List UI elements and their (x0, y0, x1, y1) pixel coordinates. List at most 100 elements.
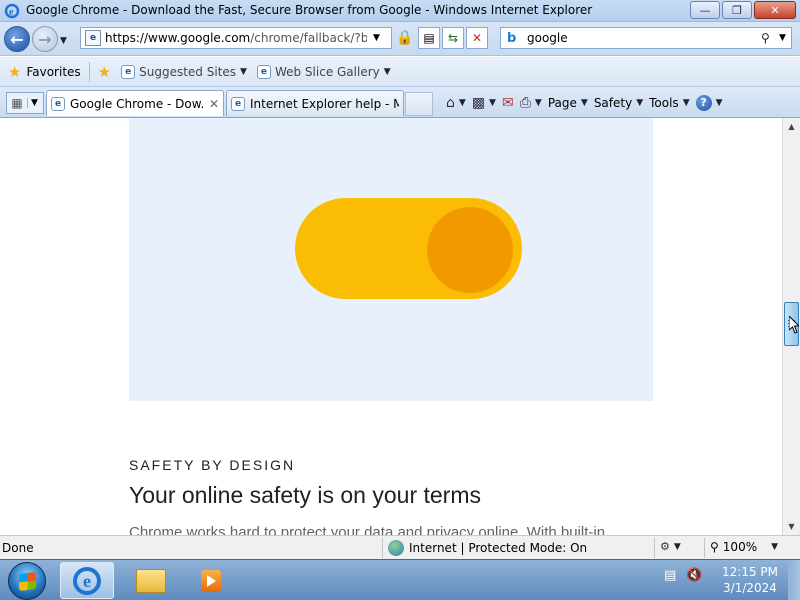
taskbar-windows-explorer[interactable] (124, 562, 178, 599)
media-player-icon (201, 569, 221, 592)
favorites-label: Favorites (26, 64, 81, 79)
new-tab-button[interactable] (405, 92, 433, 116)
address-toolbar: ← → ▼ e https://www.google.com/chrome/fa… (0, 22, 800, 56)
divider (88, 61, 90, 82)
refresh-icon[interactable]: ⇆ (442, 27, 464, 49)
back-button[interactable]: ← (4, 26, 30, 52)
home-button[interactable]: ⌂ ▼ (446, 95, 466, 111)
taskbar-media-player[interactable] (184, 562, 238, 599)
title-bar: e Google Chrome - Download the Fast, Sec… (0, 0, 800, 22)
tab-list-dropdown-icon[interactable]: ▼ (27, 98, 41, 108)
hero-illustration (129, 118, 653, 401)
window-title: Google Chrome - Download the Fast, Secur… (26, 3, 593, 17)
tools-menu-label: Tools (649, 96, 679, 110)
page-menu[interactable]: Page ▼ (548, 96, 588, 110)
network-icon[interactable]: ▤ (664, 568, 676, 583)
chevron-down-icon: ▼ (715, 98, 723, 108)
ie-logo-icon: e (4, 3, 20, 19)
protected-mode-button[interactable]: ⚙ ▼ (660, 540, 681, 553)
favorites-star-icon: ★ (8, 62, 22, 81)
status-text: Done (2, 541, 34, 555)
tab-google-chrome[interactable]: e Google Chrome - Dow... ✕ (46, 90, 224, 116)
scroll-up-arrow[interactable]: ▲ (783, 118, 800, 135)
favorites-button[interactable]: ★ Favorites (8, 63, 81, 81)
search-options-dropdown-icon[interactable]: ▼ (779, 33, 791, 43)
ie-page-icon: e (121, 64, 136, 79)
read-mail-button[interactable]: ✉ (502, 95, 514, 111)
compatibility-view-icon[interactable]: ▤ (418, 27, 440, 49)
status-bar: Done Internet | Protected Mode: On ⚙ ▼ ⚲… (0, 535, 800, 559)
recent-pages-dropdown[interactable]: ▼ (60, 36, 67, 46)
search-icon[interactable]: ⚲ (761, 31, 779, 45)
divider (382, 538, 383, 558)
help-menu[interactable]: ? ▼ (695, 95, 723, 111)
web-slice-gallery-label: Web Slice Gallery (274, 64, 380, 79)
clock[interactable]: 12:15 PM 3/1/2024 (718, 564, 782, 596)
volume-muted-icon[interactable]: 🔇 (686, 568, 702, 583)
print-button[interactable]: ⎙ ▼ (520, 95, 542, 111)
stop-icon[interactable]: ✕ (466, 27, 488, 49)
chevron-down-icon: ▼ (383, 66, 391, 77)
zoom-icon: ⚲ (710, 540, 719, 554)
internet-explorer-icon: e (73, 566, 101, 595)
security-zone-label: Internet | Protected Mode: On (409, 541, 588, 555)
feeds-button[interactable]: ▩ ▼ (472, 95, 496, 111)
pop-up-blocker-icon: ⚙ (660, 540, 670, 553)
address-dropdown-icon[interactable]: ▼ (373, 33, 380, 43)
ie-page-icon: e (51, 96, 65, 111)
taskbar: e ▤ 🔇 12:15 PM 3/1/2024 (0, 559, 800, 600)
taskbar-internet-explorer[interactable]: e (60, 562, 114, 599)
scroll-down-arrow[interactable]: ▼ (783, 518, 800, 535)
suggested-sites-label: Suggested Sites (139, 64, 237, 79)
home-icon: ⌂ (446, 95, 455, 111)
zoom-control[interactable]: ⚲ 100% ▼ (710, 540, 778, 554)
chevron-down-icon: ▼ (489, 98, 496, 108)
printer-icon: ⎙ (519, 95, 531, 111)
url-path: /chrome/fallback/?brand (250, 31, 367, 45)
chevron-down-icon: ▼ (240, 66, 247, 77)
tools-menu[interactable]: Tools ▼ (649, 96, 689, 110)
lock-icon[interactable]: 🔒 (394, 27, 416, 49)
address-bar[interactable]: e https://www.google.com/chrome/fallback… (80, 27, 392, 49)
minimize-button[interactable]: — (690, 1, 720, 19)
tab-ie-help[interactable]: e Internet Explorer help - Mi... (226, 90, 404, 116)
suggested-sites-link[interactable]: e Suggested Sites ▼ (121, 64, 247, 79)
web-slice-gallery-link[interactable]: e Web Slice Gallery ▼ (256, 64, 391, 79)
add-to-favorites-bar-icon[interactable]: ★ (98, 63, 111, 81)
close-button[interactable]: ✕ (754, 1, 796, 19)
search-box[interactable]: b google ⚲ ▼ (500, 27, 792, 49)
tab-label: Internet Explorer help - Mi... (250, 96, 399, 111)
bing-icon: b (507, 30, 517, 46)
windows-logo-icon (19, 572, 36, 591)
safety-menu[interactable]: Safety ▼ (594, 96, 643, 110)
quick-tabs-grid-icon[interactable]: ▦ (7, 96, 27, 110)
url-host: https://www.google.com (105, 31, 251, 45)
search-input[interactable]: google (527, 31, 761, 45)
url-text[interactable]: https://www.google.com/chrome/fallback/?… (105, 31, 367, 45)
start-button[interactable] (8, 562, 46, 600)
mail-icon: ✉ (501, 95, 514, 111)
chevron-down-icon: ▼ (534, 98, 542, 108)
section-heading: Your online safety is on your terms (129, 482, 481, 508)
divider (704, 538, 705, 558)
section-eyebrow: SAFETY BY DESIGN (129, 457, 296, 473)
system-tray: ▤ 🔇 (664, 568, 702, 583)
close-tab-icon[interactable]: ✕ (209, 97, 219, 111)
command-bar: ⌂ ▼ ▩ ▼ ✉ ⎙ ▼ Page ▼ Safety ▼ Tools ▼ ? ▼ (446, 91, 723, 115)
page-menu-label: Page (547, 96, 577, 110)
forward-button[interactable]: → (32, 26, 58, 52)
page-icon: e (85, 30, 101, 46)
tab-bar: ▦ ▼ e Google Chrome - Dow... ✕ e Interne… (0, 87, 800, 118)
show-desktop-button[interactable] (788, 560, 800, 600)
security-zone[interactable]: Internet | Protected Mode: On (388, 540, 587, 556)
quick-tabs-button[interactable]: ▦ ▼ (6, 92, 44, 114)
chevron-down-icon: ▼ (636, 98, 644, 108)
divider (654, 538, 655, 558)
mouse-cursor-icon (789, 316, 799, 334)
safety-menu-label: Safety (593, 96, 633, 110)
ie-page-icon: e (231, 96, 245, 111)
chevron-down-icon: ▼ (682, 98, 690, 108)
section-body: Chrome works hard to protect your data a… (129, 524, 606, 535)
maximize-button[interactable]: ❐ (722, 1, 752, 19)
ie-page-icon: e (256, 64, 271, 79)
